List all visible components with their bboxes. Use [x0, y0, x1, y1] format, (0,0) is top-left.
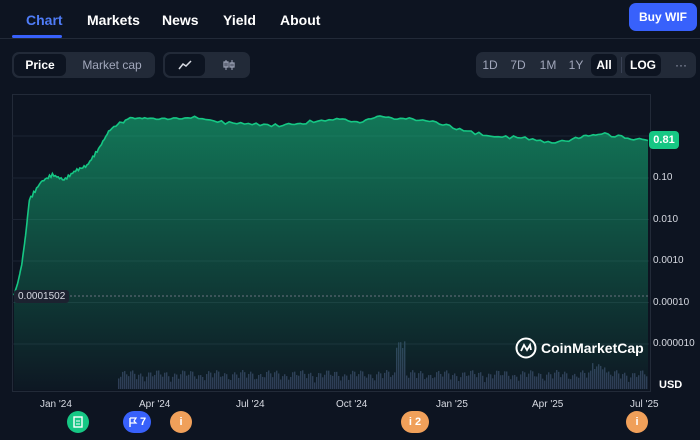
x-tick-label: Apr '24 [139, 399, 171, 410]
range-1m[interactable]: 1M [534, 54, 562, 76]
chart-type-toggle [163, 52, 250, 78]
line-chart-button[interactable] [165, 54, 205, 76]
tab-yield[interactable]: Yield [223, 12, 256, 28]
top-nav: Chart Markets News Yield About [0, 0, 700, 39]
info-icon: i [408, 416, 412, 428]
range-divider [621, 57, 622, 73]
range-selector: 1D 7D 1M 1Y All LOG ··· [476, 52, 696, 78]
watermark-text: CoinMarketCap [541, 340, 644, 356]
event-info-count: 2 [414, 416, 422, 428]
x-tick-label: Jul '25 [630, 399, 659, 410]
document-icon [73, 416, 83, 428]
y-tick-label: 0.00010 [653, 296, 690, 308]
candlestick-icon [222, 60, 235, 70]
tab-markets[interactable]: Markets [87, 12, 140, 28]
x-tick-label: Jan '25 [436, 399, 468, 410]
metric-toggle: Price Market cap [12, 52, 155, 78]
event-info-1[interactable]: i [170, 411, 192, 433]
market-cap-tab[interactable]: Market cap [72, 54, 152, 76]
event-flag-count: 7 [139, 416, 147, 428]
y-tick-label: 0.0010 [653, 255, 684, 266]
y-tick-label: 0.000010 [653, 338, 695, 349]
tab-chart[interactable]: Chart [26, 12, 63, 28]
buy-button[interactable]: Buy WIF [629, 3, 697, 31]
range-all[interactable]: All [591, 54, 617, 76]
event-flag[interactable]: 7 [123, 411, 151, 433]
x-tick-label: Jan '24 [40, 399, 72, 410]
log-toggle[interactable]: LOG [625, 54, 661, 76]
x-tick-label: Apr '25 [532, 399, 564, 410]
active-tab-indicator [12, 35, 62, 38]
y-tick-label: 0.10 [653, 172, 673, 183]
event-info-3[interactable]: i [626, 411, 648, 433]
x-tick-label: Jul '24 [236, 399, 265, 410]
event-document[interactable] [67, 411, 89, 433]
more-options-button[interactable]: ··· [669, 54, 693, 76]
y-tick-label: 0.010 [653, 213, 679, 225]
candlestick-button[interactable] [209, 54, 248, 76]
x-tick-label: Oct '24 [336, 399, 368, 410]
currency-label: USD [659, 379, 683, 391]
info-icon: i [635, 416, 639, 428]
range-7d[interactable]: 7D [506, 54, 530, 76]
start-price-badge: 0.0001502 [14, 290, 70, 303]
price-tab[interactable]: Price [14, 54, 66, 76]
range-1d[interactable]: 1D [478, 54, 502, 76]
tab-news[interactable]: News [162, 12, 199, 28]
range-1y[interactable]: 1Y [564, 54, 588, 76]
watermark: CoinMarketCap [515, 337, 644, 359]
flag-icon [129, 416, 138, 427]
event-info-2[interactable]: i 2 [401, 411, 429, 433]
tab-about[interactable]: About [280, 12, 320, 28]
line-chart-icon [178, 60, 192, 70]
coinmarketcap-logo-icon [515, 337, 537, 359]
current-price-badge: 0.81 [649, 131, 679, 149]
info-icon: i [179, 416, 183, 428]
